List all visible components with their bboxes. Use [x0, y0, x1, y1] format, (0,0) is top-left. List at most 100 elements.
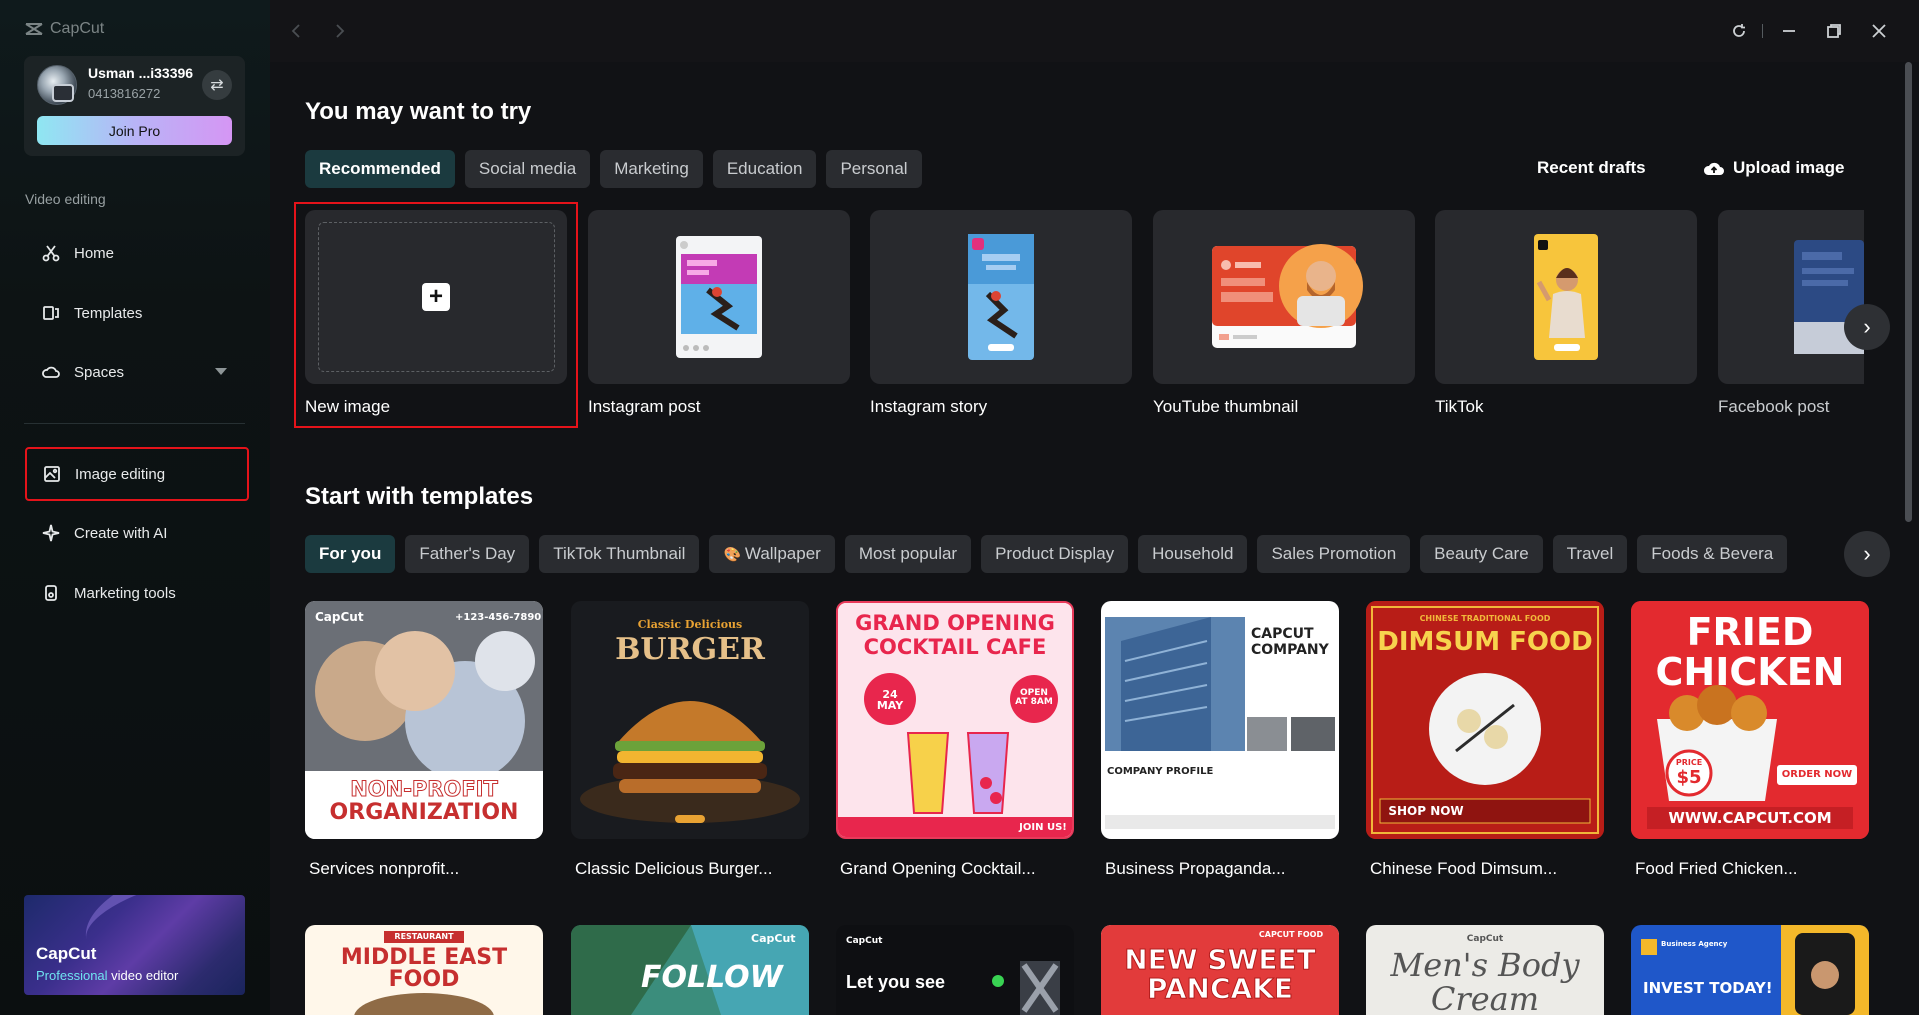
sidebar-item-label: Home: [74, 245, 114, 262]
card-date: 24 MAY: [870, 689, 910, 711]
upload-image-button[interactable]: Upload image: [1703, 158, 1844, 178]
template-card-middle-east[interactable]: RESTAURANT MIDDLE EAST FOOD: [305, 925, 543, 1015]
card-headline: NON-PROFIT: [305, 779, 543, 800]
tile-label: YouTube thumbnail: [1153, 397, 1298, 417]
promo-highlight: Professional: [36, 968, 108, 983]
chip-foods-beverage[interactable]: Foods & Bevera: [1637, 535, 1787, 573]
youtube-thumbnail-preview: [1153, 210, 1415, 384]
sidebar-item-label: Create with AI: [74, 525, 167, 542]
sidebar-item-spaces[interactable]: Spaces: [26, 347, 247, 397]
template-card-fried-chicken[interactable]: FRIED CHICKEN PRICE $5 ORDER NOW WWW.CAP…: [1631, 601, 1869, 839]
tile-instagram-post[interactable]: [588, 210, 850, 384]
promo-subtitle: Professional video editor: [36, 968, 178, 983]
templates-section-title: Start with templates: [305, 483, 533, 511]
card-subtitle: COMPANY PROFILE: [1107, 767, 1213, 777]
template-card-nonprofit[interactable]: CapCut +123-456-7890 NON-PROFIT ORGANIZA…: [305, 601, 543, 839]
chip-label: Wallpaper: [745, 544, 821, 564]
card-brand: Business Agency: [1661, 941, 1727, 948]
template-card-follow[interactable]: CapCut FOLLOW: [571, 925, 809, 1015]
tab-social-media[interactable]: Social media: [465, 150, 590, 188]
template-card-invest[interactable]: Business Agency INVEST TODAY!: [1631, 925, 1869, 1015]
tab-personal[interactable]: Personal: [826, 150, 921, 188]
capcut-pro-promo[interactable]: CapCut Professional video editor: [24, 895, 245, 995]
chip-tiktok-thumbnail[interactable]: TikTok Thumbnail: [539, 535, 699, 573]
vertical-scrollbar[interactable]: [1905, 62, 1912, 522]
marketing-icon: [42, 584, 60, 602]
card-brand: CapCut: [751, 933, 796, 944]
template-card-body-cream[interactable]: CapCut Men's Body Cream: [1366, 925, 1604, 1015]
card-tag: CAPCUT FOOD: [1251, 931, 1331, 939]
template-card-pancake[interactable]: CAPCUT FOOD NEW SWEET PANCAKE: [1101, 925, 1339, 1015]
topbar-separator: [1762, 24, 1763, 38]
tiktok-preview: [1435, 210, 1697, 384]
template-card-burger[interactable]: Classic Delicious BURGER: [571, 601, 809, 839]
card-phone: +123-456-7890: [455, 613, 541, 623]
sidebar-item-create-with-ai[interactable]: Create with AI: [26, 508, 247, 558]
sidebar-item-templates[interactable]: Templates: [26, 288, 247, 338]
template-card-dimsum[interactable]: CHINESE TRADITIONAL FOOD DIMSUM FOOD SHO…: [1366, 601, 1604, 839]
top-bar: [270, 0, 1919, 62]
sidebar-item-home[interactable]: Home: [26, 228, 247, 278]
restore-icon[interactable]: [1823, 20, 1845, 42]
try-section-title: You may want to try: [305, 98, 531, 126]
tile-youtube-thumbnail[interactable]: [1153, 210, 1415, 384]
tab-education[interactable]: Education: [713, 150, 817, 188]
card-subtitle: Classic Delicious: [571, 619, 809, 630]
main-content: You may want to try Recommended Social m…: [270, 0, 1919, 1015]
chip-sales-promotion[interactable]: Sales Promotion: [1257, 535, 1410, 573]
chip-most-popular[interactable]: Most popular: [845, 535, 971, 573]
card-headline: FOLLOW: [641, 963, 783, 993]
template-card-future[interactable]: CapCut Let you see: [836, 925, 1074, 1015]
template-card-label: Classic Delicious Burger...: [575, 859, 772, 879]
account-card: Usman ...i33396 0413816272 ⇄ Join Pro: [24, 56, 245, 156]
avatar[interactable]: [37, 65, 77, 105]
template-card-business[interactable]: CAPCUT COMPANY COMPANY PROFILE: [1101, 601, 1339, 839]
capcut-logo-icon: [24, 21, 44, 37]
sidebar-item-label: Marketing tools: [74, 585, 176, 602]
recent-drafts-link[interactable]: Recent drafts: [1537, 158, 1646, 178]
template-card-label: Food Fried Chicken...: [1635, 859, 1798, 879]
sidebar-item-marketing-tools[interactable]: Marketing tools: [26, 568, 247, 618]
back-icon[interactable]: [286, 20, 308, 42]
tab-recommended[interactable]: Recommended: [305, 150, 455, 188]
template-card-label: Business Propaganda...: [1105, 859, 1286, 879]
scissors-icon: [42, 244, 60, 262]
template-card-cocktail[interactable]: GRAND OPENING COCKTAIL CAFE 24 MAY OPEN …: [836, 601, 1074, 839]
tile-tiktok[interactable]: [1435, 210, 1697, 384]
chips-next-arrow[interactable]: ›: [1844, 531, 1890, 577]
minimize-icon[interactable]: [1778, 20, 1800, 42]
try-tabs: Recommended Social media Marketing Educa…: [305, 150, 922, 188]
chip-fathers-day[interactable]: Father's Day: [405, 535, 529, 573]
forward-icon[interactable]: [328, 20, 350, 42]
chip-travel[interactable]: Travel: [1553, 535, 1628, 573]
capcut-app: CapCut Usman ...i33396 0413816272 ⇄ Join…: [0, 0, 1919, 1015]
sidebar-item-image-editing[interactable]: Image editing: [25, 447, 249, 501]
card-headline: DIMSUM FOOD: [1366, 629, 1604, 655]
chip-product-display[interactable]: Product Display: [981, 535, 1128, 573]
tab-marketing[interactable]: Marketing: [600, 150, 703, 188]
card-headline: BURGER: [571, 635, 809, 665]
chevron-down-icon[interactable]: [215, 368, 227, 375]
new-image-highlight: [294, 202, 578, 428]
chip-beauty-care[interactable]: Beauty Care: [1420, 535, 1543, 573]
tile-facebook-post[interactable]: [1718, 210, 1864, 384]
switch-account-button[interactable]: ⇄: [202, 70, 232, 100]
tile-label: New image: [305, 397, 390, 417]
tile-label: TikTok: [1435, 397, 1484, 417]
tile-instagram-story[interactable]: [870, 210, 1132, 384]
chip-household[interactable]: Household: [1138, 535, 1247, 573]
join-pro-button[interactable]: Join Pro: [37, 116, 232, 145]
instagram-story-preview: [870, 210, 1132, 384]
tile-label: Facebook post: [1718, 397, 1830, 417]
card-headline-2: COMPANY: [1251, 643, 1329, 657]
refresh-icon[interactable]: [1728, 20, 1750, 42]
try-next-arrow[interactable]: ›: [1844, 304, 1890, 350]
card-headline: NEW SWEET PANCAKE: [1101, 945, 1339, 1004]
chip-for-you[interactable]: For you: [305, 535, 395, 573]
facebook-post-preview: [1718, 210, 1864, 384]
template-card-label: Chinese Food Dimsum...: [1370, 859, 1557, 879]
account-id: 0413816272: [88, 86, 160, 101]
close-icon[interactable]: [1868, 20, 1890, 42]
chip-wallpaper[interactable]: 🎨Wallpaper: [709, 535, 834, 573]
future-graphic: [836, 925, 1074, 1015]
